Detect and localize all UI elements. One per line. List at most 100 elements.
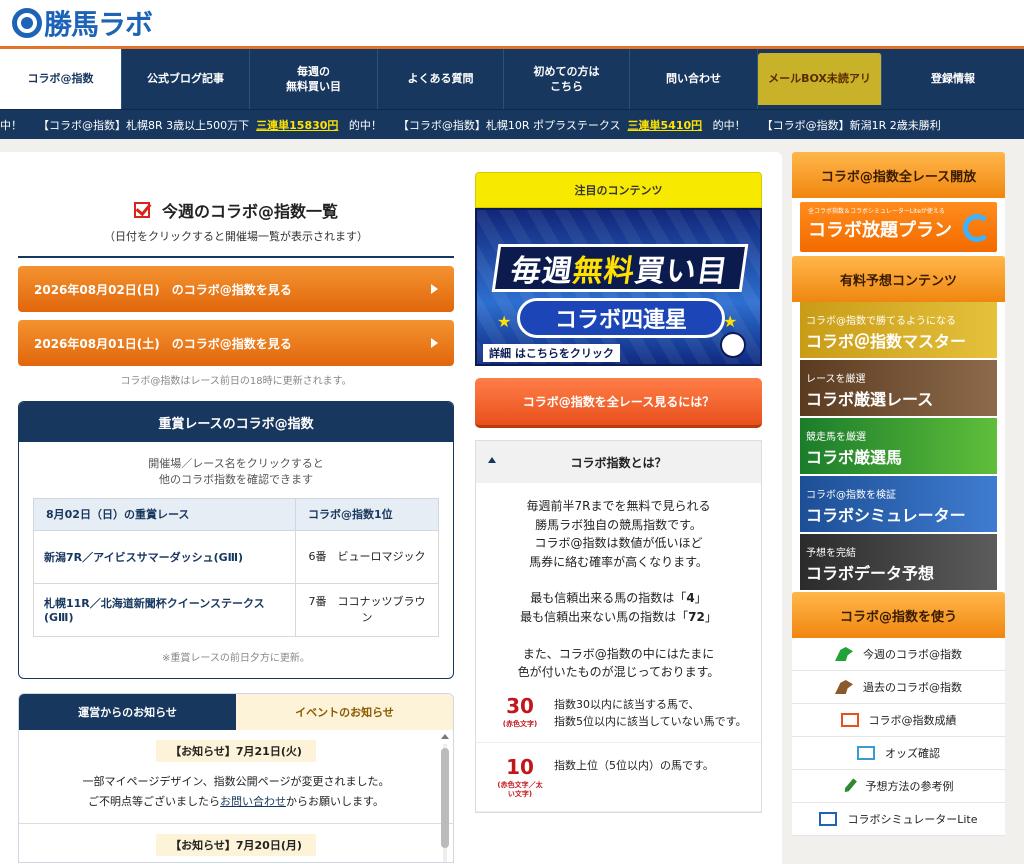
news-body: 【お知らせ】7月21日(火) 一部マイページデザイン、指数公開ページが変更されま… (19, 730, 453, 862)
banner-click-text: 詳細 はこちらをクリック (483, 344, 620, 362)
pointing-hand-icon (720, 332, 746, 358)
logo-mark-icon (12, 8, 42, 38)
green-horse-icon (835, 647, 853, 661)
news-scrollbar[interactable] (441, 733, 449, 862)
legend-number: 10 (赤色文字／太い文字) (497, 754, 543, 798)
index-links: 今週のコラボ@指数 過去のコラボ@指数 コラボ@指数成績 オッズ確認 予想方法の… (792, 638, 1005, 836)
collapse-caret-icon (488, 457, 496, 463)
paid-selected-horse[interactable]: 競走馬を厳選 コラボ厳選馬 (800, 418, 997, 476)
index-list-subtitle: （日付をクリックすると開催場一覧が表示されます） (104, 230, 368, 243)
legend-text: 指数上位（5位以内）の馬です。 (554, 758, 714, 772)
index-list-title: 今週のコラボ@指数一覧 (18, 198, 454, 222)
featured-header: 注目のコンテンツ (475, 172, 762, 208)
race-link[interactable]: 新潟7R／アイビスサマーダッシュ(GⅢ) (33, 529, 296, 584)
arrow-right-icon (431, 284, 438, 294)
about-index-box: コラボ指数とは？ 毎週前半7Rまでを無料で見られる 勝馬ラボ独自の競馬指数です。… (475, 440, 762, 814)
link-this-week[interactable]: 今週のコラボ@指数 (792, 638, 1005, 671)
top-horse: 7番 ココナッツブラウン (295, 582, 439, 637)
ticker-item: 【コラボ@指数】札幌10R ポプラステークス 三連単5410円 的中！ (397, 118, 746, 132)
top-horse: 6番 ビューロマジック (295, 529, 439, 584)
sidebar: コラボ@指数全レース開放 全コラボ指数＆コラボシミュレーターLiteが使える コ… (792, 152, 1005, 836)
nav-mailbox[interactable]: メールBOX未読アリ (758, 53, 882, 105)
nav-contact[interactable]: 問い合わせ (630, 49, 758, 109)
pencil-icon (840, 776, 859, 796)
news-box: 運営からのお知らせ イベントのお知らせ 【お知らせ】7月21日(火) 一部マイペ… (18, 692, 454, 863)
news-tabs: 運営からのお知らせ イベントのお知らせ (19, 693, 453, 730)
ticker-hit-link[interactable]: 三連単5410円 (628, 119, 703, 132)
paid-content-list: コラボ@指数で勝てるようになる コラボ＠指数マスター レースを厳選 コラボ厳選レース… (792, 302, 1005, 592)
nav-collab-index[interactable]: コラボ@指数 (0, 49, 122, 109)
c-logo-icon (963, 214, 991, 242)
grade-race-table: 8月02日（日）の重賞レース コラボ@指数1位 新潟7R／アイビスサマーダッシュ… (33, 497, 439, 637)
news-ticker: 中！ 【コラボ@指数】札幌8R 3歳以上500万下 三連単15830円 的中！ … (0, 109, 1024, 139)
brown-horse-icon (835, 680, 853, 694)
nav-blog[interactable]: 公式ブログ記事 (122, 49, 250, 109)
link-past-index[interactable]: 過去のコラボ@指数 (792, 671, 1005, 704)
ticker-item: 【コラボ@指数】札幌8R 3歳以上500万下 三連単15830円 的中！ (38, 118, 382, 132)
main-nav: コラボ@指数 公式ブログ記事 毎週の 無料買い目 よくある質問 初めての方は こ… (0, 49, 1024, 109)
contact-link[interactable]: お問い合わせ (220, 795, 286, 808)
all-races-button[interactable]: コラボ@指数を全レース見るには？ (475, 378, 762, 428)
main-panel: 今週のコラボ@指数一覧 （日付をクリックすると開催場一覧が表示されます） 202… (0, 152, 782, 864)
nav-account[interactable]: 登録情報 (882, 49, 1024, 109)
banner-title: 毎週 無料 買い目 (491, 244, 749, 292)
legend-text: 指数30以内に該当する馬で、 指数5位以内に該当していない馬です。 (554, 697, 747, 728)
date-button-label: 2026年08月01日(土) のコラボ@指数を見る (34, 336, 292, 351)
nav-free-picks[interactable]: 毎週の 無料買い目 (250, 49, 378, 109)
laptop-icon (819, 812, 838, 826)
tab-operator-news[interactable]: 運営からのお知らせ (19, 693, 236, 730)
divider (19, 823, 453, 825)
title-underline (18, 256, 454, 258)
date-button-aug02[interactable]: 2026年08月02日(日) のコラボ@指数を見る (18, 266, 454, 312)
about-index-header[interactable]: コラボ指数とは？ (476, 441, 761, 483)
chart-icon (840, 713, 859, 727)
link-odds[interactable]: オッズ確認 (792, 737, 1005, 770)
star-icon: ★ (723, 312, 738, 331)
star-icon: ★ (497, 312, 512, 331)
date-button-label: 2026年08月02日(日) のコラボ@指数を見る (34, 282, 292, 297)
feature-column: 注目のコンテンツ 毎週 無料 買い目 ★ ★ コラボ四連星 詳細 はこちらをクリック… (475, 172, 762, 814)
nav-beginners[interactable]: 初めての方は こちら (504, 49, 630, 109)
paid-selected-race[interactable]: レースを厳選 コラボ厳選レース (800, 360, 997, 418)
race-link[interactable]: 札幌11R／北海道新聞杯クイーンステークス(GⅢ) (33, 582, 296, 637)
update-note: コラボ@指数はレース前日の18時に更新されます。 (120, 376, 352, 387)
link-index-results[interactable]: コラボ@指数成績 (792, 704, 1005, 737)
sidebar-heading: コラボ@指数を使う (792, 592, 1005, 638)
ticker-hit-link[interactable]: 三連単15830円 (256, 119, 338, 132)
link-simulator-lite[interactable]: コラボシミュレーターLite (792, 803, 1005, 836)
grade-race-box: 重賞レースのコラボ@指数 開催場／レース名をクリックすると 他のコラボ指数を確認… (18, 401, 454, 679)
table-header: 8月02日（日）の重賞レース (33, 497, 296, 531)
grade-race-note: ※重賞レースの前日夕方に更新。 (162, 652, 310, 664)
date-button-aug01[interactable]: 2026年08月01日(土) のコラボ@指数を見る (18, 320, 454, 366)
table-row: 新潟7R／アイビスサマーダッシュ(GⅢ) 6番 ビューロマジック (33, 529, 439, 584)
legend-number: 30 (赤色文字) (502, 693, 538, 728)
scroll-up-icon[interactable] (441, 733, 449, 739)
paid-simulator[interactable]: コラボ@指数を検証 コラボシミュレーター (800, 476, 997, 534)
arrow-right-icon (431, 338, 438, 348)
table-row: 札幌11R／北海道新聞杯クイーンステークス(GⅢ) 7番 ココナッツブラウン (33, 582, 439, 637)
legend-item: 10 (赤色文字／太い文字) 指数上位（5位以内）の馬です。 (476, 743, 761, 813)
paid-data-prediction[interactable]: 予想を完結 コラボデータ予想 (800, 534, 997, 592)
banner-subtitle: コラボ四連星 (517, 298, 725, 338)
logo-text: 勝馬ラボ (44, 8, 153, 41)
paid-index-master[interactable]: コラボ@指数で勝てるようになる コラボ＠指数マスター (800, 302, 997, 360)
news-item-heading: 【お知らせ】7月21日(火) (156, 739, 316, 762)
news-item-heading: 【お知らせ】7月20日(月) (156, 834, 316, 857)
table-icon (857, 746, 875, 760)
grade-race-header: 重賞レースのコラボ@指数 (19, 402, 453, 442)
about-index-text: 毎週前半7Rまでを無料で見られる 勝馬ラボ独自の競馬指数です。 コラボ@指数は数… (517, 499, 720, 680)
site-logo[interactable]: 勝馬ラボ (12, 6, 153, 41)
sidebar-heading: コラボ@指数全レース開放 (792, 152, 1005, 198)
news-item-text: 一部マイページデザイン、指数公開ページが変更されました。 ご不明点等ございました… (82, 774, 390, 808)
sidebar-heading: 有料予想コンテンツ (792, 256, 1005, 302)
unlimited-plan-banner[interactable]: 全コラボ指数＆コラボシミュレーターLiteが使える コラボ放題プラン (792, 198, 1005, 256)
checkbox-icon (133, 202, 150, 218)
link-method-examples[interactable]: 予想方法の参考例 (792, 770, 1005, 803)
free-picks-banner[interactable]: 毎週 無料 買い目 ★ ★ コラボ四連星 詳細 はこちらをクリック (475, 208, 762, 366)
nav-faq[interactable]: よくある質問 (378, 49, 504, 109)
scroll-thumb[interactable] (441, 747, 449, 848)
grade-race-desc: 開催場／レース名をクリックすると 他のコラボ指数を確認できます (148, 457, 324, 486)
tab-event-news[interactable]: イベントのお知らせ (236, 693, 453, 730)
ticker-item: 【コラボ@指数】新潟1R 2歳未勝利 (761, 118, 941, 132)
ticker-item: 中！ (0, 118, 22, 132)
